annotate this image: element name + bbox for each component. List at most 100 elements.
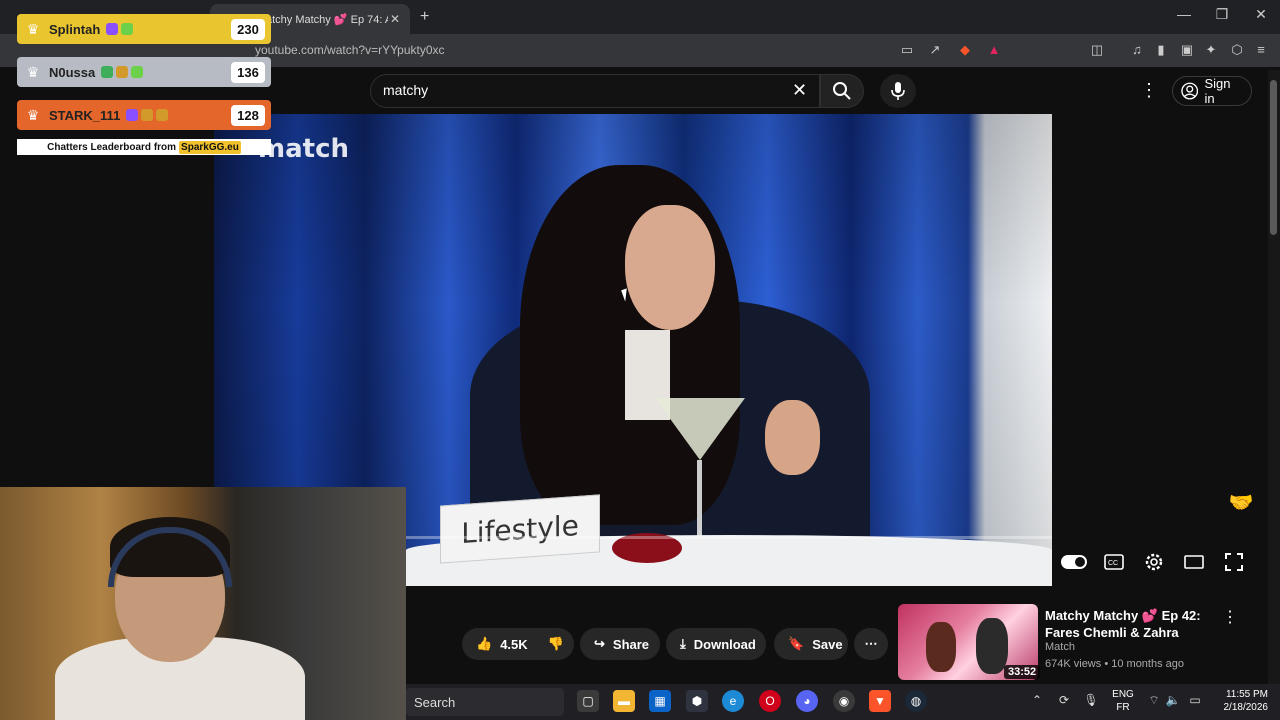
obs-icon[interactable]: ◉ bbox=[833, 690, 855, 712]
wifi-icon[interactable]: ⌔ bbox=[1145, 693, 1163, 708]
brave-shield-icon[interactable]: ◆ bbox=[956, 42, 974, 58]
taskbar-clock[interactable]: 11:55 PM 2/18/2026 bbox=[1212, 688, 1269, 714]
maximize-icon[interactable]: ❐ bbox=[1210, 6, 1234, 23]
settings-button[interactable] bbox=[1141, 551, 1167, 573]
thumbs-down-icon[interactable]: 👎 bbox=[548, 636, 564, 652]
theater-mode-icon bbox=[1184, 555, 1204, 569]
handshake-watermark-icon: 🤝 bbox=[1228, 492, 1254, 514]
search-input[interactable]: matchy bbox=[370, 74, 820, 108]
vpn-icon[interactable]: ⬡ bbox=[1228, 42, 1246, 58]
leaderboard-name: STARK_111 bbox=[49, 107, 121, 123]
clear-search-icon[interactable]: ✕ bbox=[792, 80, 807, 101]
taskbar-search[interactable]: Search bbox=[406, 688, 564, 716]
like-button[interactable]: 👍 4.5K 👎 bbox=[462, 628, 574, 660]
thumbnail-person-right bbox=[976, 618, 1008, 674]
like-count: 4.5K bbox=[500, 636, 528, 652]
leaderboard-row: ♛ N0ussa 136 bbox=[17, 57, 271, 87]
new-tab-icon[interactable]: + bbox=[420, 8, 436, 26]
sign-in-label: Sign in bbox=[1204, 76, 1231, 106]
recommended-more-icon[interactable]: ⋮ bbox=[1222, 607, 1238, 627]
browser-menu-icon[interactable]: ≡ bbox=[1252, 42, 1270, 58]
video-logo: match bbox=[258, 134, 349, 164]
screenshot-icon[interactable]: ◫ bbox=[1088, 42, 1106, 58]
tray-overflow-icon[interactable]: ⌃ bbox=[1028, 693, 1046, 707]
download-button[interactable]: ⤓ Download bbox=[666, 628, 766, 660]
captions-button[interactable]: CC bbox=[1101, 551, 1127, 573]
scrollbar-thumb[interactable] bbox=[1270, 80, 1277, 235]
crown-icon: ♛ bbox=[26, 20, 40, 37]
badge-icon bbox=[156, 109, 169, 121]
martini-glass bbox=[655, 398, 745, 460]
recommended-age: 10 months ago bbox=[1111, 658, 1185, 670]
share-page-icon[interactable]: ↗ bbox=[926, 42, 944, 58]
share-label: Share bbox=[612, 636, 650, 652]
recommended-title[interactable]: Matchy Matchy 💕 Ep 42: Fares Chemli & Za… bbox=[1045, 607, 1220, 641]
badge-icon bbox=[141, 109, 154, 121]
gear-icon bbox=[1145, 553, 1163, 571]
discord-icon[interactable]: ◕ bbox=[796, 690, 818, 712]
cast-icon[interactable]: ▭ bbox=[898, 42, 916, 58]
brave-rewards-icon[interactable]: ▲ bbox=[985, 42, 1003, 58]
leaderboard-row: ♛ STARK_111 128 bbox=[17, 100, 271, 130]
video-progress-bar[interactable] bbox=[406, 536, 1052, 539]
task-view-icon[interactable]: ▢ bbox=[577, 690, 599, 712]
language-secondary: FR bbox=[1116, 702, 1130, 713]
media-icon[interactable]: ♫ bbox=[1128, 42, 1146, 58]
sidebar-icon[interactable]: ▮ bbox=[1152, 42, 1170, 58]
close-window-icon[interactable]: ✕ bbox=[1249, 6, 1273, 23]
leaderboard-badges bbox=[106, 23, 225, 35]
recommended-channel[interactable]: Match bbox=[1045, 641, 1075, 653]
steam-icon[interactable]: ◍ bbox=[905, 690, 927, 712]
language-primary: ENG bbox=[1112, 689, 1134, 700]
store-icon[interactable]: ▦ bbox=[649, 690, 671, 712]
save-button[interactable]: 🔖 Save bbox=[774, 628, 848, 660]
theater-mode-button[interactable] bbox=[1181, 551, 1207, 573]
badge-icon bbox=[116, 66, 129, 78]
download-label: Download bbox=[693, 636, 756, 652]
leaderboard-score: 230 bbox=[231, 18, 265, 40]
webcam-overlay bbox=[0, 487, 406, 720]
autoplay-toggle-icon bbox=[1061, 555, 1087, 569]
more-horizontal-icon: ⋯ bbox=[864, 636, 878, 651]
save-label: Save bbox=[812, 636, 843, 652]
leaderboard-row: ♛ Splintah 230 bbox=[17, 14, 271, 44]
more-actions-button[interactable]: ⋯ bbox=[854, 628, 888, 660]
app-icon[interactable]: ⬢ bbox=[686, 690, 708, 712]
thumbnail-person-left bbox=[926, 622, 956, 672]
url-field[interactable]: youtube.com/watch?v=rYYpukty0xc bbox=[255, 43, 445, 57]
crown-icon: ♛ bbox=[26, 63, 40, 80]
recommended-meta: 674K views • 10 months ago bbox=[1045, 658, 1184, 670]
language-indicator[interactable]: ENG FR bbox=[1108, 688, 1138, 714]
minimize-icon[interactable]: — bbox=[1172, 6, 1196, 22]
volume-icon[interactable]: 🔈 bbox=[1164, 693, 1182, 707]
autoplay-toggle[interactable] bbox=[1061, 551, 1087, 573]
share-icon: ↪ bbox=[594, 636, 605, 651]
captions-icon: CC bbox=[1104, 554, 1124, 570]
search-icon bbox=[833, 82, 851, 100]
edge-icon[interactable]: e bbox=[722, 690, 744, 712]
leaderboard-brand: SparkGG.eu bbox=[179, 140, 241, 154]
share-button[interactable]: ↪ Share bbox=[580, 628, 660, 660]
clock-time: 11:55 PM bbox=[1225, 689, 1268, 700]
opera-icon[interactable]: O bbox=[759, 690, 781, 712]
brave-icon[interactable]: ▼ bbox=[869, 690, 891, 712]
sign-in-button[interactable]: Sign in bbox=[1172, 76, 1252, 106]
tab-close-icon[interactable]: ✕ bbox=[388, 12, 402, 26]
voice-search-button[interactable] bbox=[880, 74, 916, 108]
leaderboard-badges bbox=[101, 66, 225, 78]
video-subject-face bbox=[625, 205, 715, 330]
leaderboard-name: Splintah bbox=[49, 21, 101, 37]
search-button[interactable] bbox=[820, 74, 864, 108]
leaderboard-name: N0ussa bbox=[49, 64, 96, 80]
sync-icon[interactable]: ⟳ bbox=[1055, 693, 1073, 707]
fullscreen-button[interactable] bbox=[1221, 551, 1247, 573]
battery-icon[interactable]: ▭ bbox=[1186, 693, 1204, 707]
microphone-tray-icon[interactable]: 🎙 bbox=[1082, 693, 1100, 707]
wallet-icon[interactable]: ▣ bbox=[1178, 42, 1196, 58]
badge-icon bbox=[126, 109, 139, 121]
file-explorer-icon[interactable]: ▬ bbox=[613, 690, 635, 712]
leo-ai-icon[interactable]: ✦ bbox=[1202, 42, 1220, 58]
bookmark-icon: 🔖 bbox=[788, 636, 805, 651]
clock-date: 2/18/2026 bbox=[1223, 702, 1269, 713]
more-options-icon[interactable]: ⋮ bbox=[1140, 80, 1158, 101]
